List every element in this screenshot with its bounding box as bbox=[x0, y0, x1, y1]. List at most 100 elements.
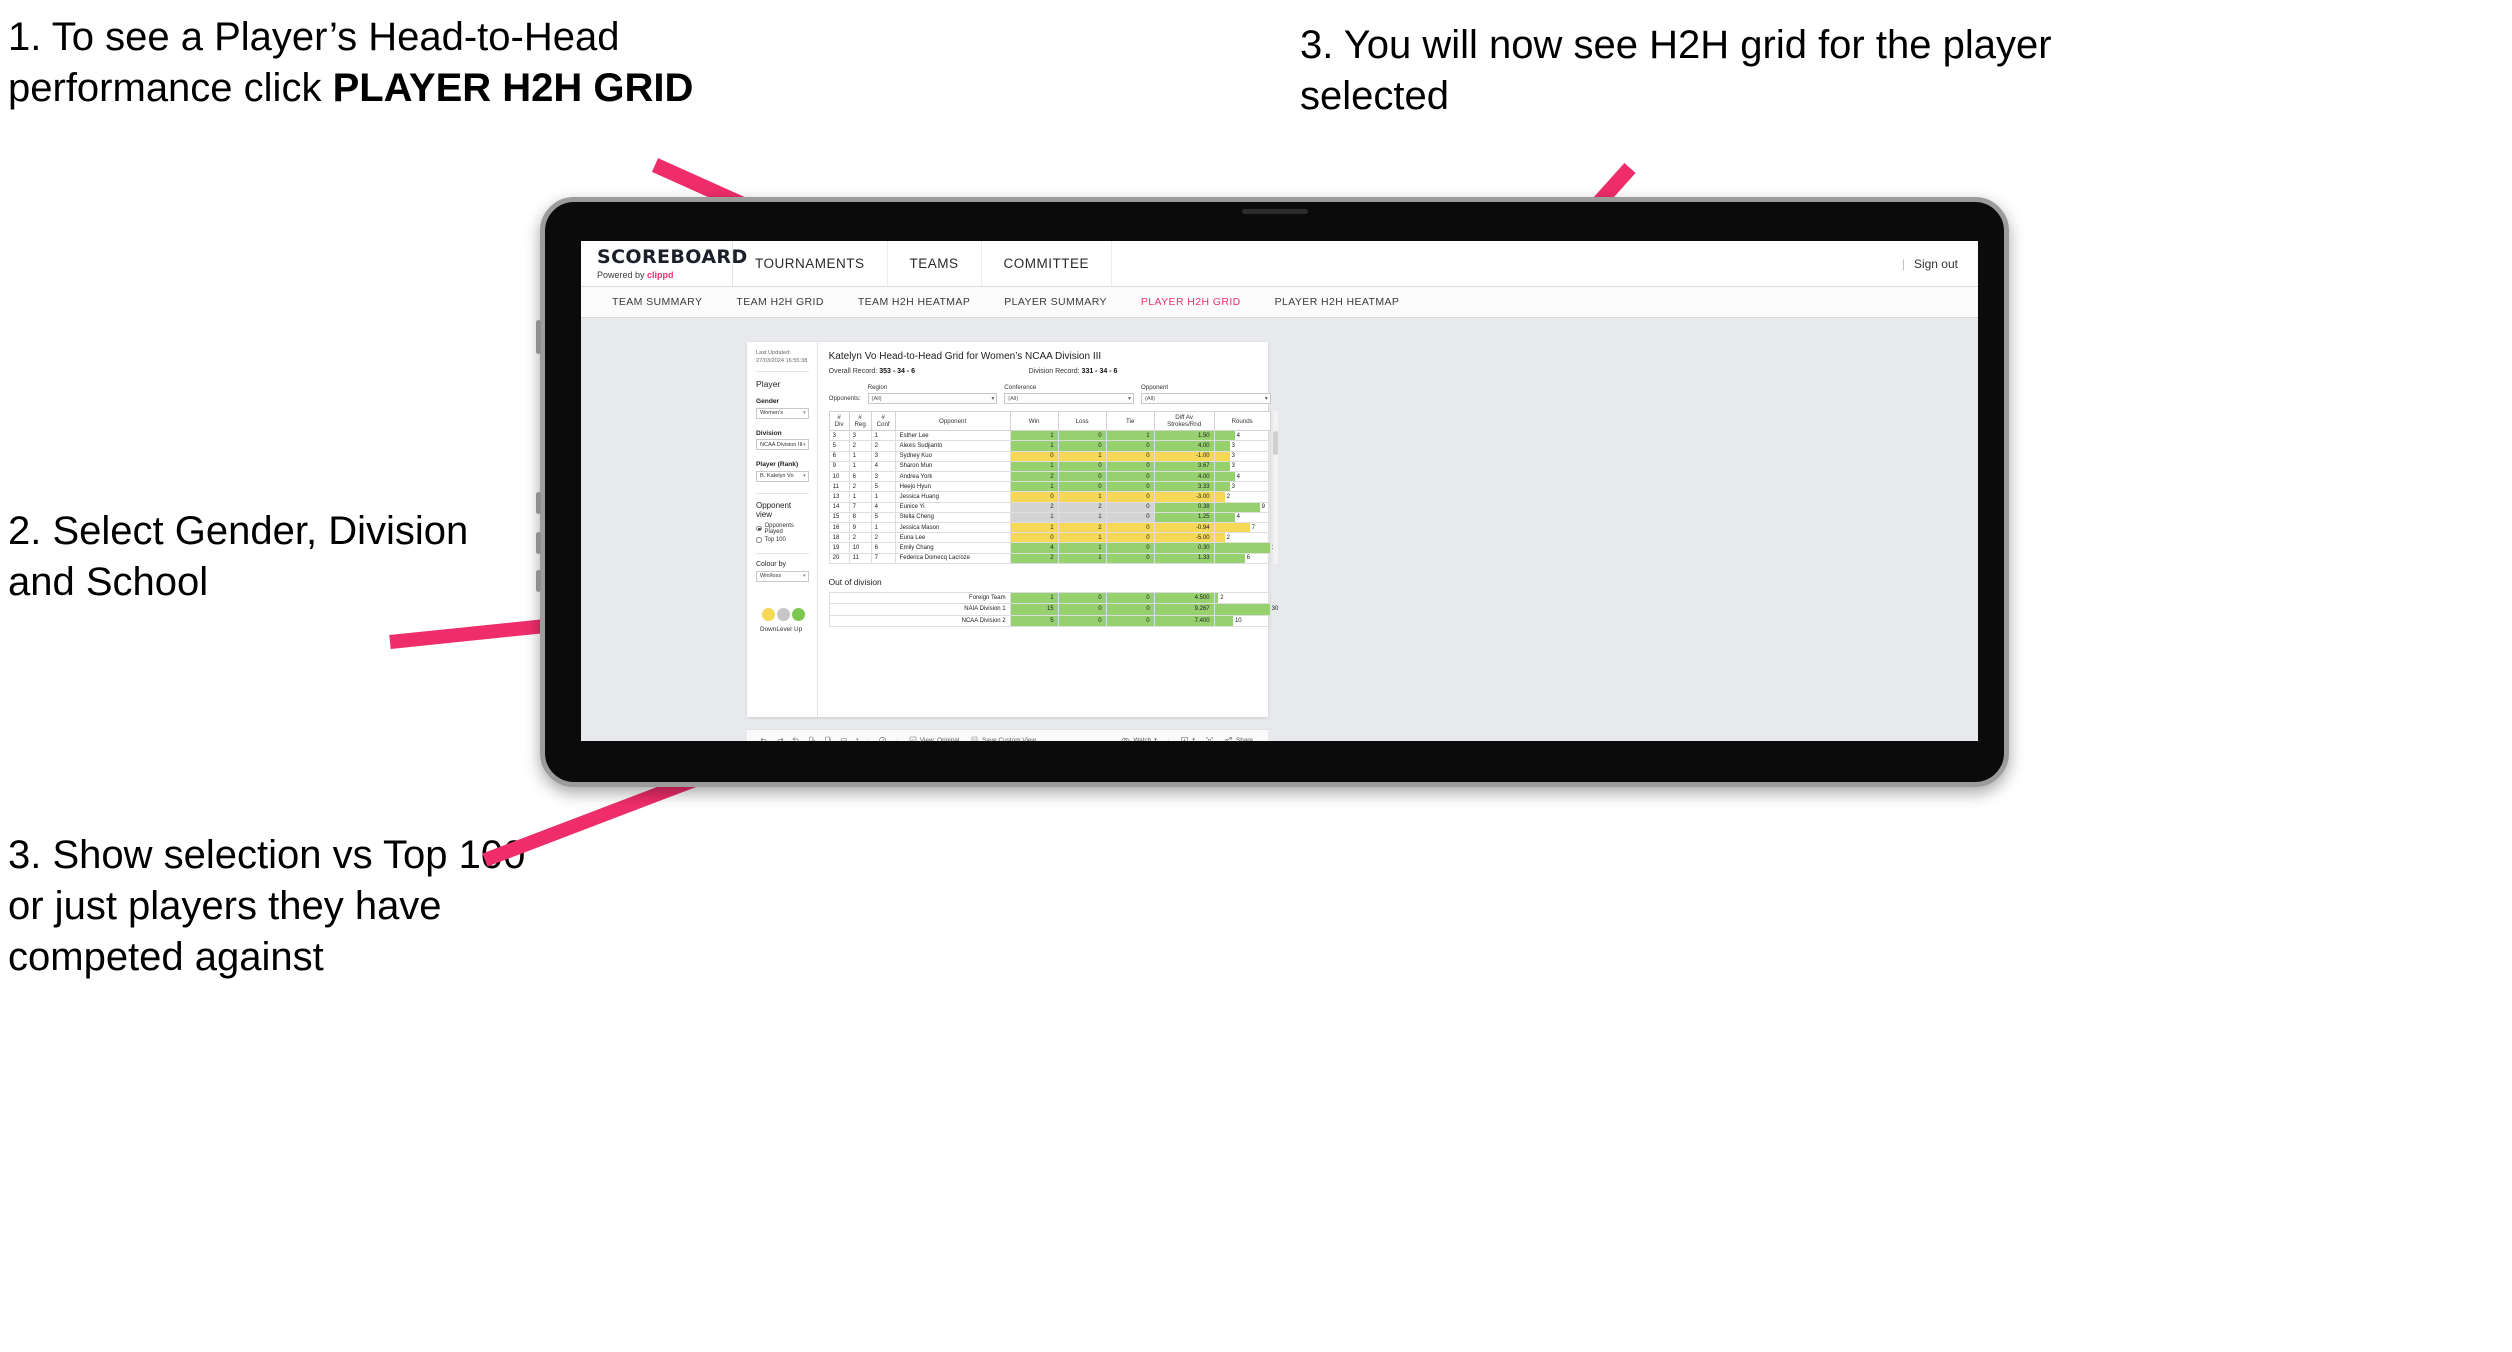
watch-button[interactable]: Watch ▾ bbox=[1115, 736, 1162, 741]
h2h-table-body: 3 3 1 Esther Lee 1 0 1 1.50 4 5 2 2 Alexis Sudjianto… bbox=[828, 430, 1278, 564]
cell-opponent: Eunice Yi bbox=[894, 501, 1011, 513]
cell-loss: 1 bbox=[1057, 552, 1107, 564]
cell-reg: 2 bbox=[848, 532, 872, 544]
overall-record: Overall Record: 353 - 34 - 6 bbox=[829, 368, 1029, 375]
cell-win: 0 bbox=[1009, 491, 1059, 503]
callout-step-1-emphasis: PLAYER H2H GRID bbox=[332, 66, 694, 111]
view-original-button[interactable]: View: Original bbox=[903, 736, 965, 741]
fullscreen-icon[interactable] bbox=[1201, 736, 1218, 741]
cell-loss: 0 bbox=[1057, 470, 1107, 483]
table-row[interactable]: 19106Emily Chang4100.3011 bbox=[828, 542, 1278, 554]
table-row[interactable]: NAIA Division 1 15 0 0 9.267 30 bbox=[828, 603, 1278, 616]
cell-tie: 0 bbox=[1105, 521, 1155, 534]
cell-reg: 10 bbox=[848, 542, 872, 554]
division-record-value: 331 - 34 - 6 bbox=[1081, 368, 1118, 375]
cell-diff: 1.50 bbox=[1153, 430, 1215, 442]
table-row[interactable]: 5 2 2 Alexis Sudjianto 1 0 0 4.00 3 bbox=[828, 440, 1271, 452]
table-row[interactable]: 6 1 3 Sydney Kuo 0 1 0 -1.00 3 bbox=[828, 450, 1271, 462]
cell-win: 1 bbox=[1009, 430, 1059, 442]
pause-refresh-icon[interactable] bbox=[820, 736, 836, 741]
player-rank-select[interactable]: B. Katelyn Vo ▾ bbox=[756, 470, 809, 482]
table-row[interactable]: Foreign Team 1 0 0 4.500 2 bbox=[828, 591, 1271, 605]
tab-team-h2h-heatmap[interactable]: TEAM H2H HEATMAP bbox=[841, 296, 987, 308]
cell-tie: 0 bbox=[1105, 481, 1155, 493]
legend-label-level: Level bbox=[776, 625, 792, 633]
cell-tie: 0 bbox=[1105, 591, 1155, 605]
cell-diff: -3.00 bbox=[1153, 491, 1215, 503]
redo-icon[interactable] bbox=[772, 736, 788, 741]
cell-diff: 3.67 bbox=[1153, 460, 1215, 473]
table-row[interactable]: 18 2 2 Euna Lee 0 1 0 -5.00 2 bbox=[828, 532, 1271, 544]
mute-button[interactable] bbox=[536, 570, 541, 592]
undo-icon[interactable] bbox=[756, 736, 772, 741]
panel-heading-player: Player bbox=[756, 379, 781, 390]
refresh-data-icon[interactable] bbox=[804, 736, 820, 741]
region-select[interactable]: (All) ▾ bbox=[867, 393, 998, 404]
tab-team-summary[interactable]: TEAM SUMMARY bbox=[595, 296, 719, 308]
save-custom-view-button[interactable]: Save Custom View bbox=[965, 736, 1042, 741]
nav-item-teams[interactable]: TEAMS bbox=[888, 241, 982, 286]
cell-loss: 1 bbox=[1057, 532, 1107, 544]
volume-up-button[interactable] bbox=[536, 492, 541, 514]
tab-player-summary[interactable]: PLAYER SUMMARY bbox=[987, 296, 1124, 308]
table-row[interactable]: 16 9 1 Jessica Mason 1 2 0 -0.94 7 bbox=[828, 521, 1271, 534]
revert-icon[interactable] bbox=[788, 736, 804, 741]
gender-select[interactable]: Women's ▾ bbox=[756, 407, 809, 419]
opponent-select[interactable]: (All) ▾ bbox=[1140, 393, 1271, 404]
player-rank-filter-label: Player (Rank) bbox=[756, 461, 799, 469]
tab-player-h2h-grid[interactable]: PLAYER H2H GRID bbox=[1124, 296, 1258, 308]
brand-clippd: clippd bbox=[647, 269, 674, 280]
h2h-col-header-0: # Div bbox=[828, 410, 850, 432]
cell-reg: 9 bbox=[848, 521, 872, 534]
cell-conf: 7 bbox=[870, 552, 896, 564]
share-button[interactable]: Share bbox=[1218, 736, 1259, 741]
legend-label-up: Up bbox=[794, 625, 803, 633]
cell-rounds-bar: 10 bbox=[1213, 614, 1271, 628]
table-row[interactable]: 10 6 3 Andrea York 2 0 0 4.00 4 bbox=[828, 470, 1271, 483]
table-row[interactable]: 3 3 1 Esther Lee 1 0 1 1.50 4 bbox=[828, 430, 1271, 442]
division-select[interactable]: NCAA Division III ▾ bbox=[756, 439, 809, 451]
brand-logo[interactable]: SCOREBOARD Powered by clippd bbox=[581, 241, 747, 286]
radio-icon-selected bbox=[756, 525, 762, 532]
table-row[interactable]: 11 2 5 Heejo Hyun 1 0 0 3.33 3 bbox=[828, 481, 1271, 493]
radio-top-100[interactable]: Top 100 bbox=[756, 537, 809, 543]
cell-diff: -0.94 bbox=[1153, 521, 1215, 534]
conference-select[interactable]: (All) ▾ bbox=[1004, 393, 1134, 404]
table-row[interactable]: NCAA Division 2 5 0 0 7.400 10 bbox=[828, 614, 1271, 628]
volume-down-button[interactable] bbox=[536, 532, 541, 554]
table-row[interactable]: 13 1 1 Jessica Huang 0 1 0 -3.00 2 bbox=[828, 491, 1271, 503]
cell-conf: 1 bbox=[870, 521, 896, 534]
table-row[interactable]: 14 7 4 Eunice Yi 2 2 0 0.38 9 bbox=[828, 501, 1271, 513]
table-row[interactable]: 20 11 7 Federica Domecq Lacroze 2 1 0 1.33 6 bbox=[828, 552, 1271, 564]
table-scrollbar-thumb[interactable] bbox=[1272, 431, 1278, 455]
cell-win: 2 bbox=[1009, 470, 1059, 483]
cell-loss: 0 bbox=[1057, 603, 1107, 616]
download-button[interactable]: ▾ bbox=[1174, 736, 1201, 741]
table-row[interactable]: 15 8 5 Stella Cheng 1 1 0 1.25 4 bbox=[828, 511, 1271, 523]
chevron-down-icon[interactable]: ▾ bbox=[852, 737, 863, 741]
cell-rounds-bar: 2 bbox=[1213, 532, 1271, 544]
toolbar-divider-2: | bbox=[896, 736, 898, 742]
tab-team-h2h-grid[interactable]: TEAM H2H GRID bbox=[719, 296, 840, 308]
tab-player-h2h-heatmap[interactable]: PLAYER H2H HEATMAP bbox=[1258, 296, 1417, 308]
save-custom-view-label: Save Custom View bbox=[982, 736, 1037, 742]
radio-opponents-played[interactable]: Opponents Played bbox=[756, 523, 809, 535]
legend-dot-up bbox=[791, 607, 805, 621]
gender-filter-label: Gender bbox=[756, 398, 780, 406]
table-row[interactable]: 9 1 4 Sharon Mun 1 0 0 3.67 3 bbox=[828, 460, 1271, 473]
highlight-icon[interactable] bbox=[836, 736, 852, 741]
brand-tagline: Powered by clippd bbox=[597, 270, 732, 280]
camera-icon bbox=[1241, 209, 1308, 214]
cell-conf: 1 bbox=[870, 430, 896, 442]
power-button[interactable] bbox=[536, 320, 541, 354]
division-record-label: Division Record: bbox=[1028, 368, 1082, 375]
nav-item-committee[interactable]: COMMITTEE bbox=[982, 241, 1113, 286]
h2h-col-header-6: Tie bbox=[1105, 410, 1155, 432]
cell-rounds-bar: 4 bbox=[1213, 511, 1271, 523]
sign-out-link[interactable]: Sign out bbox=[1914, 257, 1958, 271]
cell-diff: 1.25 bbox=[1153, 511, 1215, 523]
colour-by-select[interactable]: Win/loss ▾ bbox=[756, 570, 809, 582]
out-of-division-table-body: Foreign Team 1 0 0 4.500 2 NAIA Division 1 15 0 0… bbox=[828, 591, 1278, 628]
pause-updates-icon[interactable] bbox=[874, 736, 891, 741]
nav-item-tournaments[interactable]: TOURNAMENTS bbox=[733, 241, 888, 286]
